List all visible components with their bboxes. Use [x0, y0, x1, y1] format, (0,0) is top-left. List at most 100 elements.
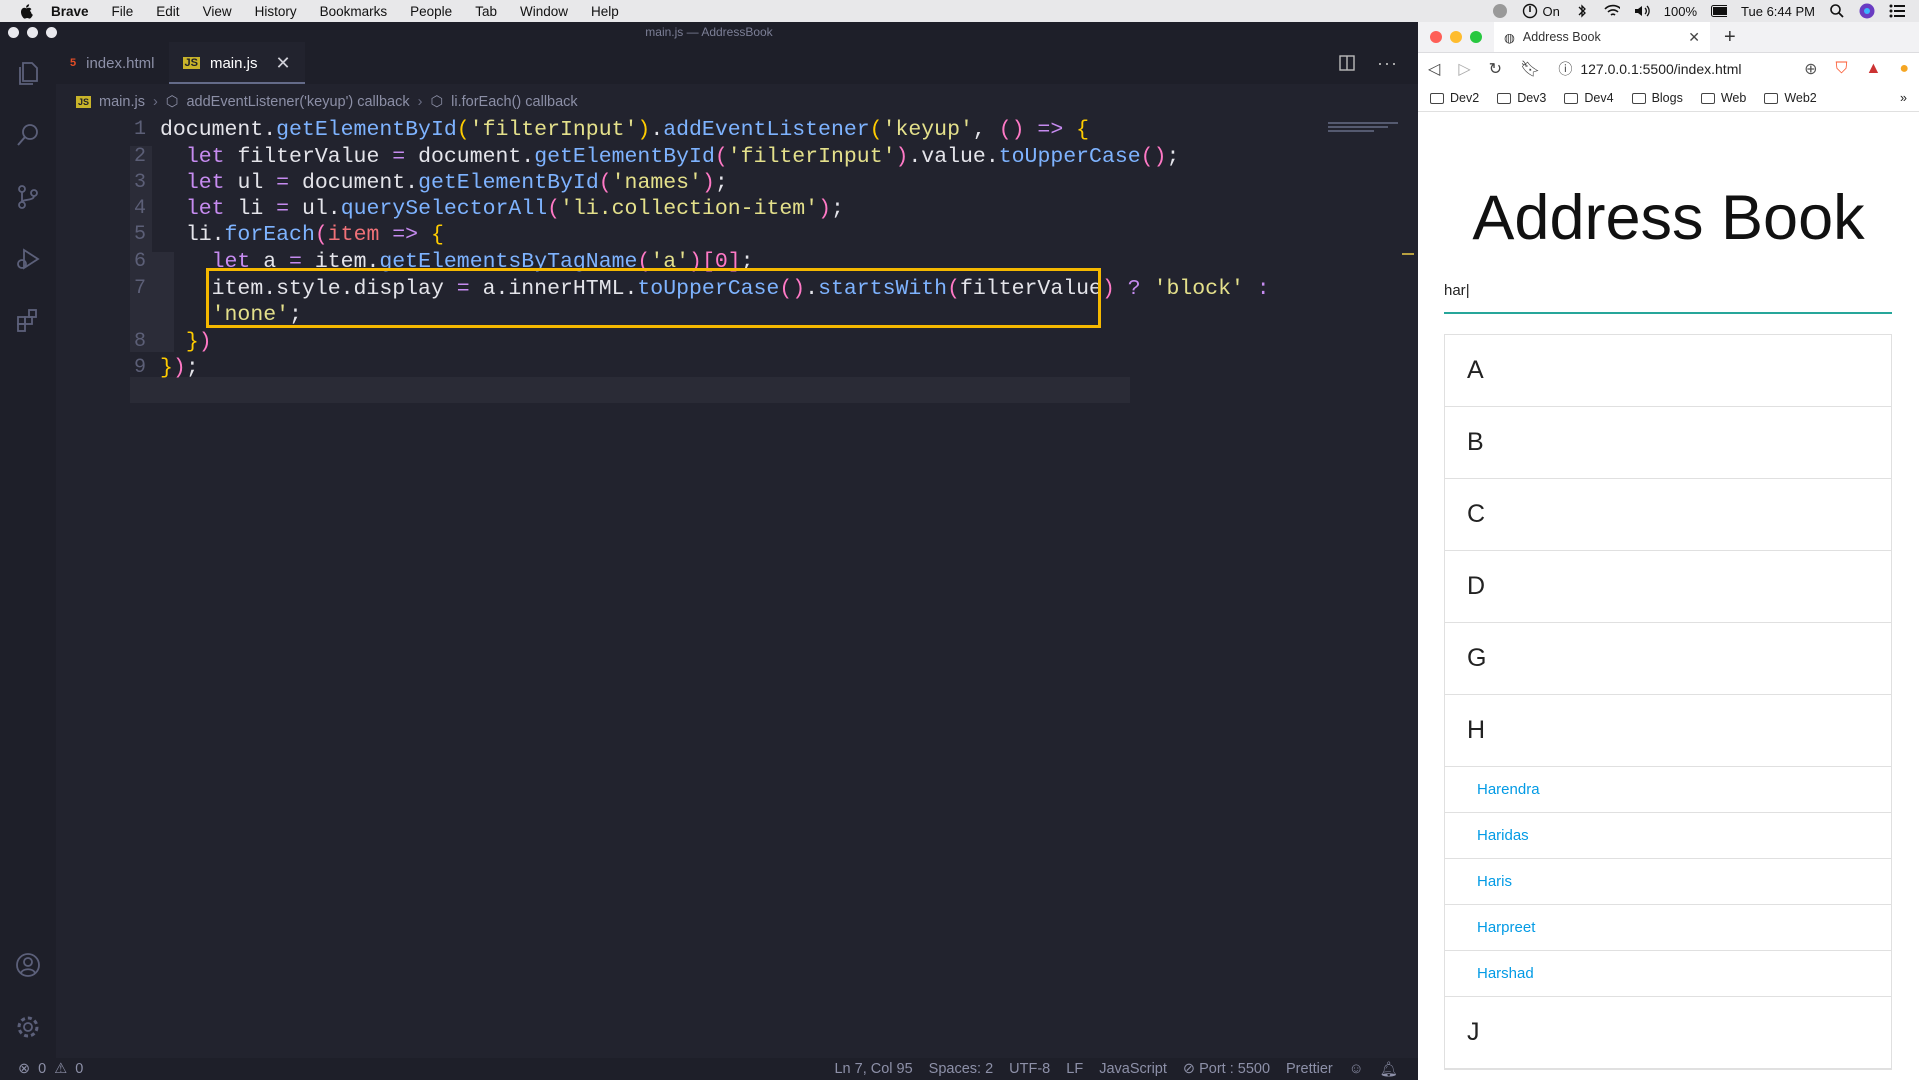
apple-logo-icon[interactable] [19, 3, 35, 19]
battery-icon[interactable] [1711, 3, 1728, 19]
more-actions-icon[interactable]: ··· [1377, 53, 1398, 74]
page-title: Address Book [1472, 183, 1865, 253]
code-text: let ul = document.getElementById('names'… [185, 171, 728, 195]
notifications-bell-icon[interactable]: 🔔︎ [1380, 1061, 1398, 1078]
menu-help[interactable]: Help [591, 4, 619, 19]
forward-icon[interactable]: ▷ [1458, 59, 1470, 79]
bookmark-icon[interactable]: 🔖︎ [1520, 59, 1540, 79]
live-server-status[interactable]: ⊘ Port : 5500 [1183, 1061, 1270, 1077]
prettier-status[interactable]: Prettier [1286, 1061, 1333, 1077]
tab-index-html[interactable]: 5 index.html [56, 42, 169, 84]
status-bar: ⊗ 0 ⚠ 0 Ln 7, Col 95 Spaces: 2 UTF-8 LF … [0, 1058, 1418, 1080]
folder-icon [1564, 92, 1579, 104]
menu-tab[interactable]: Tab [475, 4, 497, 19]
bookmark-folder-web2[interactable]: Web2 [1764, 91, 1817, 105]
breadcrumb-symbol-1[interactable]: addEventListener('keyup') callback [186, 94, 409, 110]
bookmark-folder-label: Dev2 [1450, 91, 1480, 105]
js-file-icon: JS [76, 96, 92, 108]
wifi-icon[interactable] [1604, 3, 1620, 19]
live-server-port: Port : 5500 [1199, 1061, 1271, 1077]
extension-icon[interactable]: ● [1899, 60, 1909, 78]
cursor-position[interactable]: Ln 7, Col 95 [834, 1061, 912, 1077]
menu-people[interactable]: People [410, 4, 452, 19]
volume-icon[interactable] [1634, 3, 1650, 19]
close-window-button[interactable] [1430, 31, 1442, 43]
bookmark-folder-dev3[interactable]: Dev3 [1497, 91, 1546, 105]
status-right: Ln 7, Col 95 Spaces: 2 UTF-8 LF JavaScri… [834, 1061, 1398, 1078]
menu-edit[interactable]: Edit [156, 4, 179, 19]
vscode-titlebar: main.js — AddressBook [0, 22, 1418, 42]
breadcrumb-symbol-2[interactable]: li.forEach() callback [451, 94, 578, 110]
files-icon [19, 62, 38, 85]
brave-rewards-icon[interactable]: ▲ [1865, 60, 1881, 78]
reload-icon[interactable]: ↻ [1489, 59, 1502, 79]
bookmark-folder-web[interactable]: Web [1700, 91, 1746, 105]
search-button[interactable] [0, 104, 56, 166]
highlight-box [206, 268, 1101, 328]
power-icon[interactable] [1522, 3, 1538, 19]
explorer-button[interactable] [0, 42, 56, 104]
line-number: 8 [133, 330, 146, 353]
menu-brave[interactable]: Brave [51, 4, 89, 19]
menu-clock[interactable]: Tue 6:44 PM [1741, 4, 1815, 19]
minimize-window-button[interactable] [1450, 31, 1462, 43]
zoom-window-button[interactable] [1470, 31, 1482, 43]
collection-item-link[interactable]: Harpreet [1445, 905, 1891, 951]
bluetooth-icon[interactable] [1574, 3, 1590, 19]
minimap[interactable] [1328, 122, 1400, 140]
indentation[interactable]: Spaces: 2 [929, 1061, 994, 1077]
notification-center-icon[interactable] [1889, 3, 1905, 19]
language-mode[interactable]: JavaScript [1099, 1061, 1167, 1077]
bookmark-folder-dev4[interactable]: Dev4 [1564, 91, 1614, 105]
breadcrumb-file[interactable]: main.js [99, 94, 145, 110]
chevron-right-icon: › [417, 94, 423, 110]
source-control-button[interactable] [0, 166, 56, 228]
feedback-icon[interactable]: ☺ [1349, 1061, 1364, 1077]
zoom-icon[interactable]: ⊕ [1804, 59, 1817, 79]
spotlight-search-icon[interactable] [1829, 3, 1845, 19]
collection-item-link[interactable]: Harshad [1445, 951, 1891, 997]
code-editor[interactable]: 1 document.getElementById('filterInput').… [56, 118, 1418, 1058]
menu-window[interactable]: Window [520, 4, 568, 19]
error-count: 0 [38, 1061, 47, 1077]
bookmark-folder-blogs[interactable]: Blogs [1631, 91, 1683, 105]
browser-tab-title: Address Book [1522, 30, 1601, 44]
filter-input[interactable]: har| [1444, 282, 1892, 314]
info-icon: ⓘ [1558, 61, 1573, 77]
collection-item-link[interactable]: Haris [1445, 859, 1891, 905]
close-tab-icon[interactable]: ✕ [1688, 29, 1700, 46]
split-editor-icon[interactable] [1339, 55, 1355, 71]
menu-history[interactable]: History [255, 4, 297, 19]
menu-file[interactable]: File [112, 4, 134, 19]
address-bar[interactable]: ⓘ 127.0.0.1:5500/index.html [1558, 59, 1786, 79]
new-tab-button[interactable]: + [1724, 26, 1736, 49]
more-bookmarks-icon[interactable]: » [1900, 91, 1907, 105]
collection-header: H [1445, 695, 1891, 767]
menu-bookmarks[interactable]: Bookmarks [320, 4, 388, 19]
accounts-button[interactable] [0, 934, 56, 996]
line-number: 2 [133, 145, 146, 168]
collection-item-link[interactable]: Harendra [1445, 767, 1891, 813]
tab-main-js[interactable]: JS main.js ✕ [168, 42, 305, 84]
problems-status[interactable]: ⊗ 0 ⚠ 0 [18, 1061, 83, 1077]
run-debug-button[interactable] [0, 228, 56, 290]
close-tab-icon[interactable]: ✕ [275, 53, 290, 74]
collection-item-link[interactable]: Haridas [1445, 813, 1891, 859]
encoding[interactable]: UTF-8 [1009, 1061, 1050, 1077]
folder-icon [1631, 92, 1646, 104]
extensions-button[interactable] [0, 290, 56, 352]
record-icon[interactable] [1492, 3, 1508, 19]
back-icon[interactable]: ◁ [1428, 59, 1440, 79]
scrollbar-marker [1402, 253, 1414, 255]
warning-count: 0 [75, 1061, 84, 1077]
activity-bar [0, 42, 56, 1058]
end-of-line[interactable]: LF [1066, 1061, 1083, 1077]
manage-button[interactable] [0, 996, 56, 1058]
brave-shields-icon[interactable]: ⛉ [1835, 60, 1847, 78]
collection-header: G [1445, 623, 1891, 695]
siri-icon[interactable] [1859, 3, 1875, 19]
menu-view[interactable]: View [203, 4, 232, 19]
browser-tab[interactable]: ◍ Address Book ✕ [1494, 22, 1710, 52]
bookmark-folder-dev2[interactable]: Dev2 [1430, 91, 1479, 105]
no-entry-icon: ⊘ [1182, 1061, 1200, 1077]
